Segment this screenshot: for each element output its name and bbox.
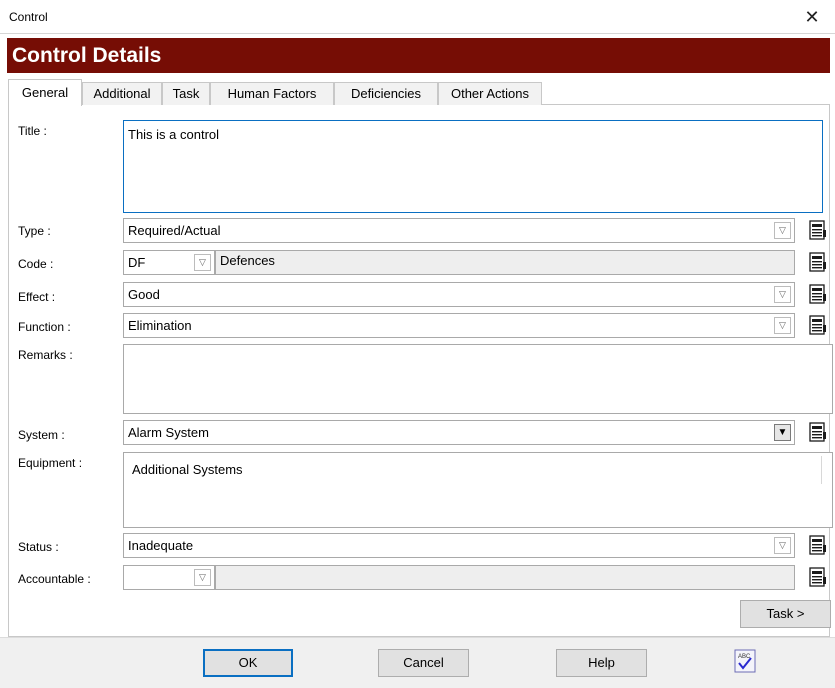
tab-human-factors[interactable]: Human Factors xyxy=(210,82,334,105)
status-label: Status : xyxy=(18,540,59,554)
spellcheck-icon[interactable]: ABC xyxy=(734,649,756,673)
title-value: This is a control xyxy=(128,127,220,142)
task-button[interactable]: Task > xyxy=(740,600,831,628)
system-value: Alarm System xyxy=(128,425,209,440)
lookup-list-icon[interactable] xyxy=(807,315,827,335)
page-title: Control Details xyxy=(7,38,830,73)
effect-select[interactable]: Good ▽ xyxy=(123,282,795,307)
chevron-down-icon[interactable]: ▽ xyxy=(774,537,791,554)
tab-strip: General Additional Task Human Factors De… xyxy=(8,79,830,106)
type-select[interactable]: Required/Actual ▽ xyxy=(123,218,795,243)
accountable-select[interactable]: ▽ xyxy=(123,565,215,590)
function-select[interactable]: Elimination ▽ xyxy=(123,313,795,338)
title-label: Title : xyxy=(18,124,47,138)
chevron-down-icon[interactable]: ▽ xyxy=(774,317,791,334)
chevron-down-icon[interactable]: ▽ xyxy=(774,286,791,303)
type-value: Required/Actual xyxy=(128,223,221,238)
title-field[interactable]: This is a control xyxy=(123,120,823,213)
help-button[interactable]: Help xyxy=(556,649,647,677)
code-select[interactable]: DF ▽ xyxy=(123,250,215,275)
equipment-list[interactable]: Additional Systems xyxy=(123,452,833,528)
lookup-list-icon[interactable] xyxy=(807,422,827,442)
system-label: System : xyxy=(18,428,65,442)
effect-value: Good xyxy=(128,287,160,302)
code-description: Defences xyxy=(215,250,795,275)
lookup-list-icon[interactable] xyxy=(807,535,827,555)
chevron-down-icon[interactable]: ▽ xyxy=(194,254,211,271)
chevron-down-icon[interactable]: ▽ xyxy=(774,222,791,239)
tab-task[interactable]: Task xyxy=(162,82,210,105)
close-icon[interactable]: ✕ xyxy=(789,0,835,34)
lookup-list-icon[interactable] xyxy=(807,252,827,272)
chevron-down-icon[interactable]: ▽ xyxy=(194,569,211,586)
function-label: Function : xyxy=(18,320,71,334)
list-divider xyxy=(821,456,822,484)
function-value: Elimination xyxy=(128,318,192,333)
tab-deficiencies[interactable]: Deficiencies xyxy=(334,82,438,105)
equipment-item[interactable]: Additional Systems xyxy=(132,462,243,477)
remarks-label: Remarks : xyxy=(18,348,73,362)
code-label: Code : xyxy=(18,257,54,271)
tab-other-actions[interactable]: Other Actions xyxy=(438,82,542,105)
status-select[interactable]: Inadequate ▽ xyxy=(123,533,795,558)
lookup-list-icon[interactable] xyxy=(807,567,827,587)
effect-label: Effect : xyxy=(18,290,56,304)
accountable-description xyxy=(215,565,795,590)
remarks-field[interactable] xyxy=(123,344,833,414)
type-label: Type : xyxy=(18,224,51,238)
accountable-label: Accountable : xyxy=(18,572,91,586)
tab-additional[interactable]: Additional xyxy=(82,82,162,105)
window-titlebar: Control ✕ xyxy=(0,0,835,34)
chevron-down-icon[interactable]: ▼ xyxy=(774,424,791,441)
ok-button[interactable]: OK xyxy=(203,649,293,677)
equipment-label: Equipment : xyxy=(18,456,83,470)
system-select[interactable]: Alarm System ▼ xyxy=(123,420,795,445)
window-title: Control xyxy=(9,10,48,24)
lookup-list-icon[interactable] xyxy=(807,284,827,304)
status-value: Inadequate xyxy=(128,538,194,553)
tab-general[interactable]: General xyxy=(8,79,82,106)
code-value: DF xyxy=(128,255,146,270)
lookup-list-icon[interactable] xyxy=(807,220,827,240)
cancel-button[interactable]: Cancel xyxy=(378,649,469,677)
